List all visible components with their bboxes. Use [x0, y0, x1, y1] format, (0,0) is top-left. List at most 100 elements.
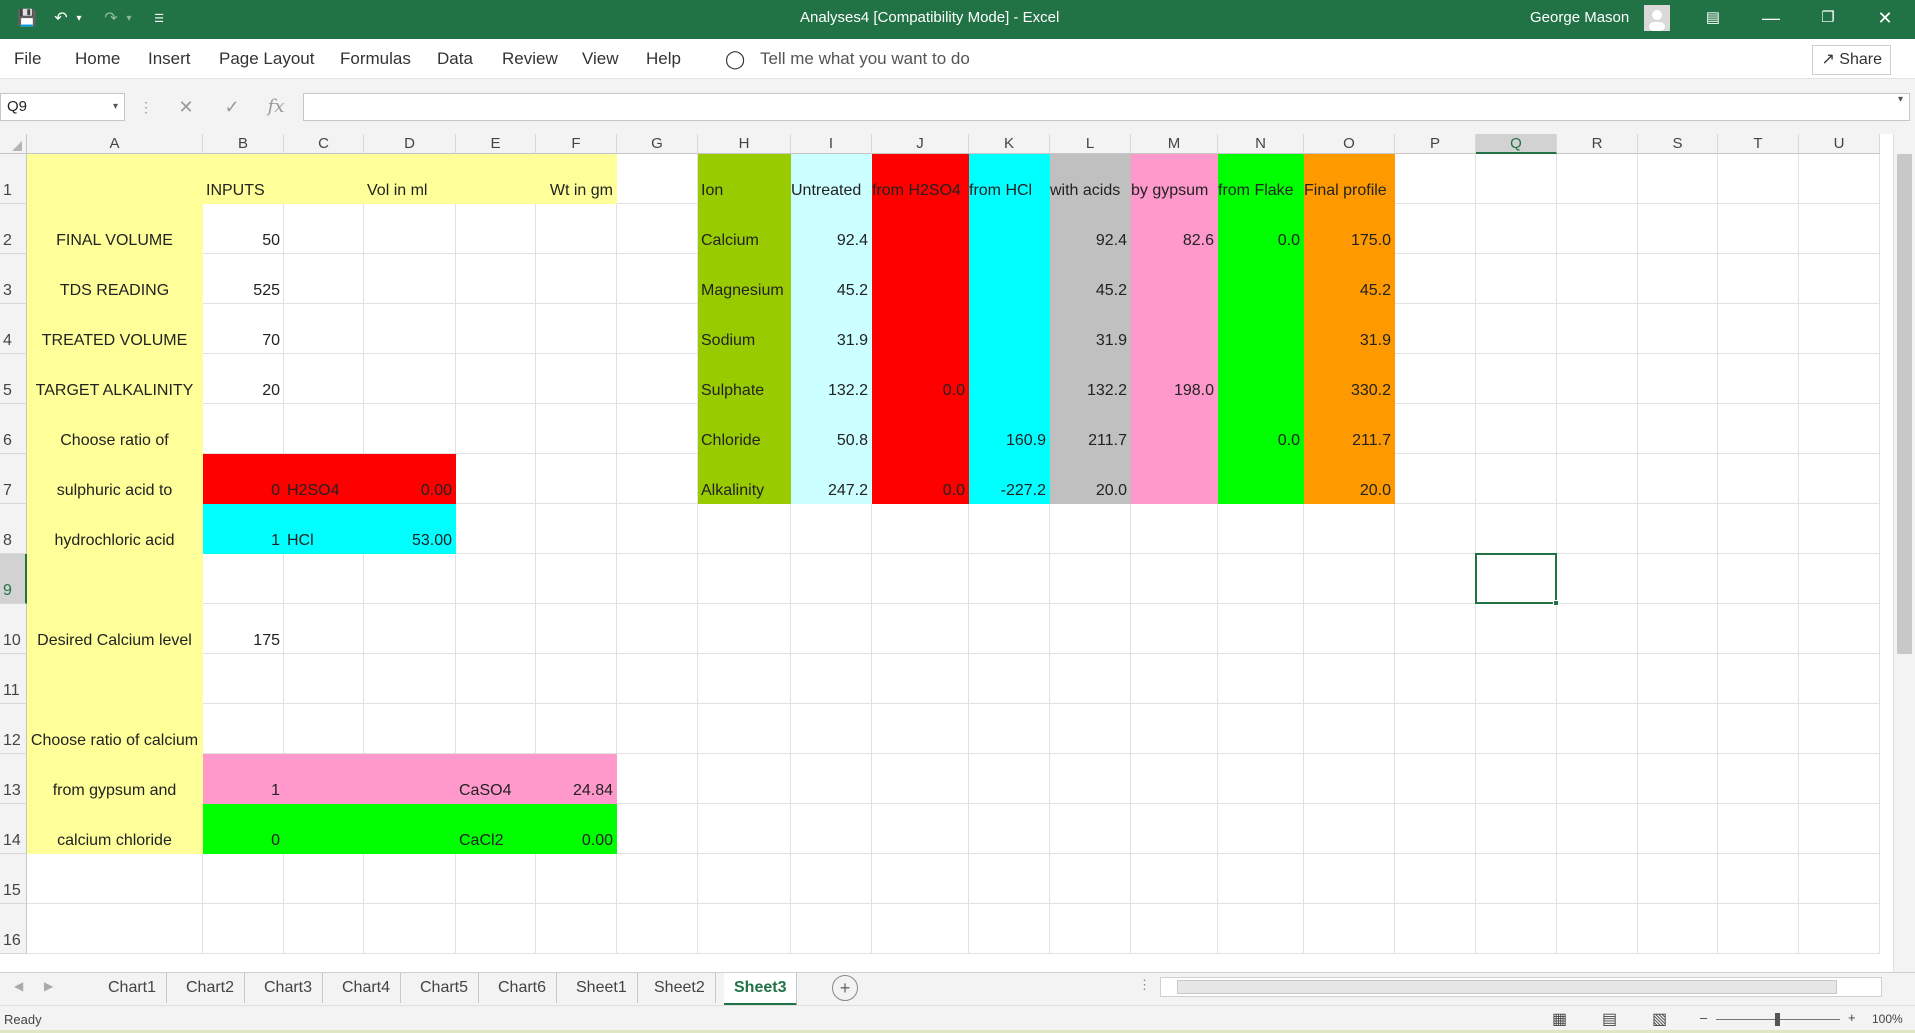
cell-i9[interactable] [791, 554, 872, 604]
cell-e10[interactable] [456, 604, 536, 654]
cell-c10[interactable] [284, 604, 364, 654]
cell-c8[interactable]: HCl [284, 504, 364, 554]
cell-o5[interactable]: 330.2 [1304, 354, 1395, 404]
cell-b10[interactable]: 175 [203, 604, 284, 654]
cell-g13[interactable] [617, 754, 698, 804]
cell-o11[interactable] [1304, 654, 1395, 704]
cell-j2[interactable] [872, 204, 969, 254]
column-header-l[interactable]: L [1050, 134, 1131, 154]
cell-h1[interactable]: Ion [698, 154, 791, 204]
cell-g10[interactable] [617, 604, 698, 654]
cell-b4[interactable]: 70 [203, 304, 284, 354]
cell-s10[interactable] [1638, 604, 1718, 654]
cell-q4[interactable] [1476, 304, 1557, 354]
cell-o12[interactable] [1304, 704, 1395, 754]
cell-k13[interactable] [969, 754, 1050, 804]
cell-b13[interactable]: 1 [203, 754, 284, 804]
cell-a13[interactable]: from gypsum and [27, 754, 203, 804]
cell-j14[interactable] [872, 804, 969, 854]
cell-l9[interactable] [1050, 554, 1131, 604]
cell-c6[interactable] [284, 404, 364, 454]
cell-g14[interactable] [617, 804, 698, 854]
cell-u12[interactable] [1799, 704, 1880, 754]
cell-b16[interactable] [203, 904, 284, 954]
cell-h11[interactable] [698, 654, 791, 704]
close-icon[interactable]: ✕ [1857, 0, 1913, 36]
cell-k4[interactable] [969, 304, 1050, 354]
column-header-a[interactable]: A [27, 134, 203, 154]
cell-s15[interactable] [1638, 854, 1718, 904]
cell-t10[interactable] [1718, 604, 1799, 654]
cell-g2[interactable] [617, 204, 698, 254]
cell-n9[interactable] [1218, 554, 1304, 604]
select-all-corner[interactable] [0, 134, 27, 154]
zoom-level[interactable]: 100% [1872, 1012, 1903, 1026]
cell-b12[interactable] [203, 704, 284, 754]
cell-g12[interactable] [617, 704, 698, 754]
cell-a11[interactable] [27, 654, 203, 704]
cell-b15[interactable] [203, 854, 284, 904]
scroll-tabs-left-icon[interactable]: ◀ [14, 979, 23, 993]
cell-j9[interactable] [872, 554, 969, 604]
cell-e9[interactable] [456, 554, 536, 604]
cell-f2[interactable] [536, 204, 617, 254]
cell-e14[interactable]: CaCl2 [456, 804, 536, 854]
sheet-tab-chart1[interactable]: Chart1 [98, 973, 168, 1003]
cell-k8[interactable] [969, 504, 1050, 554]
page-break-view-icon[interactable]: ▧ [1652, 1009, 1667, 1029]
cell-i5[interactable]: 132.2 [791, 354, 872, 404]
cell-p4[interactable] [1395, 304, 1476, 354]
row-header-10[interactable]: 10 [0, 604, 27, 654]
row-header-4[interactable]: 4 [0, 304, 27, 354]
cell-l2[interactable]: 92.4 [1050, 204, 1131, 254]
tab-help[interactable]: Help [646, 39, 681, 79]
cell-t13[interactable] [1718, 754, 1799, 804]
cell-q13[interactable] [1476, 754, 1557, 804]
cell-q15[interactable] [1476, 854, 1557, 904]
cell-f9[interactable] [536, 554, 617, 604]
tab-home[interactable]: Home [75, 39, 120, 79]
cell-t2[interactable] [1718, 204, 1799, 254]
cell-e6[interactable] [456, 404, 536, 454]
cell-u1[interactable] [1799, 154, 1880, 204]
cell-h9[interactable] [698, 554, 791, 604]
cell-u2[interactable] [1799, 204, 1880, 254]
cell-r4[interactable] [1557, 304, 1638, 354]
cell-k1[interactable]: from HCl [969, 154, 1050, 204]
cell-p10[interactable] [1395, 604, 1476, 654]
cell-c11[interactable] [284, 654, 364, 704]
cell-i15[interactable] [791, 854, 872, 904]
cell-p8[interactable] [1395, 504, 1476, 554]
cell-j1[interactable]: from H2SO4 [872, 154, 969, 204]
column-header-k[interactable]: K [969, 134, 1050, 154]
cell-p15[interactable] [1395, 854, 1476, 904]
cell-h8[interactable] [698, 504, 791, 554]
cell-k2[interactable] [969, 204, 1050, 254]
cell-h4[interactable]: Sodium [698, 304, 791, 354]
sheet-tab-chart4[interactable]: Chart4 [332, 973, 402, 1003]
tab-review[interactable]: Review [502, 39, 558, 79]
cell-t8[interactable] [1718, 504, 1799, 554]
cell-e11[interactable] [456, 654, 536, 704]
zoom-in-icon[interactable]: + [1848, 1010, 1856, 1025]
cell-s5[interactable] [1638, 354, 1718, 404]
cell-f12[interactable] [536, 704, 617, 754]
tab-formulas[interactable]: Formulas [340, 39, 411, 79]
cell-h3[interactable]: Magnesium [698, 254, 791, 304]
row-header-14[interactable]: 14 [0, 804, 27, 854]
column-header-j[interactable]: J [872, 134, 969, 154]
cell-l12[interactable] [1050, 704, 1131, 754]
cell-o7[interactable]: 20.0 [1304, 454, 1395, 504]
cell-p7[interactable] [1395, 454, 1476, 504]
normal-view-icon[interactable]: ▦ [1552, 1009, 1567, 1029]
cell-m4[interactable] [1131, 304, 1218, 354]
cell-s8[interactable] [1638, 504, 1718, 554]
cell-j6[interactable] [872, 404, 969, 454]
cell-e7[interactable] [456, 454, 536, 504]
cell-d7[interactable]: 0.00 [364, 454, 456, 504]
undo-dropdown-icon[interactable]: ▾ [68, 8, 90, 30]
sheet-tab-chart5[interactable]: Chart5 [410, 973, 480, 1003]
cell-r6[interactable] [1557, 404, 1638, 454]
cell-o13[interactable] [1304, 754, 1395, 804]
cell-o9[interactable] [1304, 554, 1395, 604]
